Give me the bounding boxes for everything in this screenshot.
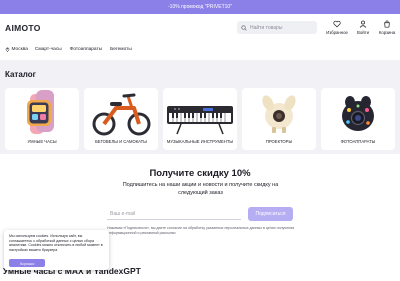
heart-icon: [333, 20, 341, 28]
category-card-instruments[interactable]: МУЗЫКАЛЬНЫЕ ИНСТРУМЕНТЫ: [163, 88, 237, 150]
cart-label: Корзина: [378, 30, 396, 35]
location-pin-icon: [5, 47, 10, 52]
search-bar[interactable]: [237, 21, 317, 34]
nav-link-cameras[interactable]: Фотоаппараты: [70, 47, 102, 52]
category-label: УМНЫЕ ЧАСЫ: [27, 139, 57, 144]
catalog-section: Каталог УМНЫЕ ЧАСЫ БЕГОВЕЛЫ И САМОКАТЫ М…: [0, 60, 400, 154]
promo-banner[interactable]: -10% промокод "PRIVET10": [0, 0, 400, 14]
email-field[interactable]: [107, 208, 241, 220]
site-header: AIMOTO Избранное Войти Корзина: [0, 14, 400, 42]
category-card-projectors[interactable]: ПРОЕКТОРЫ: [242, 88, 316, 150]
nav-link-behemoths[interactable]: Бегемоты: [110, 47, 132, 52]
category-card-smartwatches[interactable]: УМНЫЕ ЧАСЫ: [5, 88, 79, 150]
category-label: МУЗЫКАЛЬНЫЕ ИНСТРУМЕНТЫ: [166, 139, 234, 144]
login-label: Войти: [356, 30, 370, 35]
subscribe-title: Получите скидку 10%: [149, 168, 251, 179]
search-icon[interactable]: [241, 24, 247, 31]
subscribe-button[interactable]: Подписаться: [248, 207, 293, 221]
search-input[interactable]: [250, 24, 316, 31]
smartwatch-icon: [27, 90, 54, 134]
category-card-bikes[interactable]: БЕГОВЕЛЫ И САМОКАТЫ: [84, 88, 158, 150]
subscribe-text: Подпишитесь на наши акции и новости и по…: [122, 182, 279, 196]
category-label: ПРОЕКТОРЫ: [265, 139, 293, 144]
consent-text: Нажимая «Подписаться», вы даете согласие…: [107, 226, 295, 235]
user-icon: [359, 20, 367, 28]
catalog-title: Каталог: [5, 70, 36, 79]
favorites-label: Избранное: [326, 30, 348, 35]
cart-button[interactable]: Корзина: [372, 20, 400, 35]
cookie-banner: Мы используем cookies. Используя сайт, в…: [4, 230, 109, 270]
category-cards: УМНЫЕ ЧАСЫ БЕГОВЕЛЫ И САМОКАТЫ МУЗЫКАЛЬН…: [5, 88, 395, 150]
city-selector[interactable]: Москва: [5, 47, 28, 52]
camera-icon: [342, 96, 374, 131]
keyboard-icon: [167, 106, 233, 135]
top-nav: Москва Смарт-часы Фотоаппараты Бегемоты: [0, 42, 400, 56]
balance-bike-icon: [92, 93, 151, 136]
promo-text: -10% промокод "PRIVET10": [168, 4, 232, 10]
category-card-cameras[interactable]: ФОТОАППАРАТЫ: [321, 88, 395, 150]
projector-icon: [262, 95, 296, 133]
cart-icon: [384, 20, 390, 28]
nav-link-smartwatches[interactable]: Смарт-часы: [35, 47, 62, 52]
site-logo[interactable]: AIMOTO: [5, 23, 41, 33]
cookie-accept-button[interactable]: Хорошо: [9, 259, 45, 267]
category-label: БЕГОВЕЛЫ И САМОКАТЫ: [95, 139, 147, 144]
city-label: Москва: [11, 46, 28, 52]
cookie-text: Мы используем cookies. Используя сайт, в…: [9, 234, 103, 253]
category-label: ФОТОАППАРАТЫ: [340, 139, 376, 144]
